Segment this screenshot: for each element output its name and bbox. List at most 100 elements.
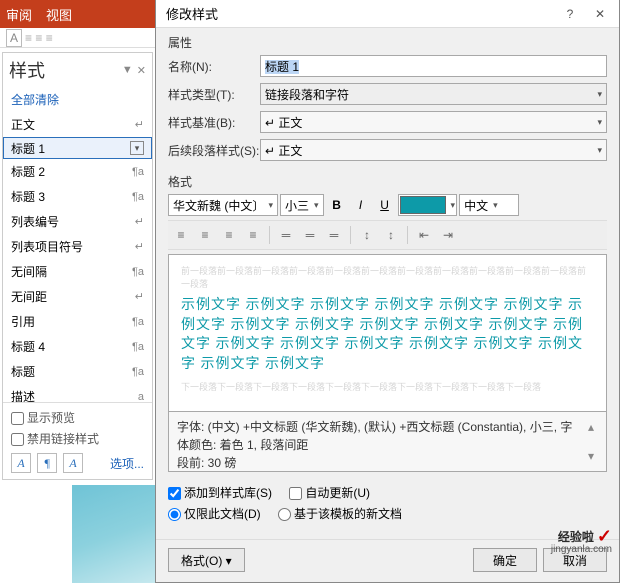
chevron-down-icon[interactable]: ▾	[130, 141, 144, 155]
spacing-2-button[interactable]: ═	[323, 224, 345, 246]
type-select[interactable]: 链接段落和字符▾	[260, 83, 607, 105]
close-icon[interactable]: ✕	[585, 0, 615, 28]
style-item-label: 无间隔	[11, 263, 47, 280]
next-select[interactable]: ↵ 正文▾	[260, 139, 607, 161]
color-select[interactable]: ▾	[398, 194, 458, 216]
style-item-label: 正文	[11, 116, 35, 133]
base-label: 样式基准(B):	[168, 114, 260, 131]
toolbar-fragment: A ≡ ≡ ≡	[0, 28, 155, 48]
document-background	[72, 485, 162, 583]
pane-close-icon[interactable]: ✕	[137, 64, 146, 77]
style-item[interactable]: 描述 a	[3, 384, 152, 402]
style-mark: ↵	[135, 118, 144, 131]
style-item[interactable]: 引用 ¶a	[3, 309, 152, 334]
dec-before-button[interactable]: ↕	[380, 224, 402, 246]
paragraph-toolbar: ≡ ≡ ≡ ≡ ═ ═ ═ ↕ ↕ ⇤ ⇥	[168, 220, 607, 250]
name-input[interactable]: 标题 1	[260, 55, 607, 77]
styles-pane: 样式 ▼ ✕ 全部清除 正文↵标题 1▾标题 2¶a标题 3¶a列表编号↵列表项…	[2, 52, 153, 480]
style-mark: ↵	[135, 215, 144, 228]
style-mark: ↵	[135, 290, 144, 303]
italic-button[interactable]: I	[350, 194, 372, 216]
align-right-button[interactable]: ≡	[218, 224, 240, 246]
align-center-button[interactable]: ≡	[194, 224, 216, 246]
style-item-label: 标题 2	[11, 163, 45, 180]
style-item-label: 列表编号	[11, 213, 59, 230]
bold-button[interactable]: B	[326, 194, 348, 216]
auto-update-checkbox[interactable]: 自动更新(U)	[289, 486, 370, 500]
new-style-icon[interactable]: A	[11, 453, 31, 473]
disable-linked-checkbox[interactable]: 禁用链接样式	[11, 430, 144, 447]
style-mark: a	[138, 391, 144, 403]
style-item[interactable]: 标题 4 ¶a	[3, 334, 152, 359]
pane-title: 样式	[9, 57, 45, 83]
style-mark: ↵	[135, 240, 144, 253]
style-inspector-icon[interactable]: ¶	[37, 453, 57, 473]
style-item-label: 无间距	[11, 288, 47, 305]
scroll-up-icon[interactable]: ▴	[588, 418, 594, 436]
style-item-label: 描述	[11, 388, 35, 402]
show-preview-checkbox[interactable]: 显示预览	[11, 409, 144, 426]
style-item-label: 引用	[11, 313, 35, 330]
ribbon-tabs: 审阅 视图	[0, 0, 155, 28]
style-item[interactable]: 无间隔 ¶a	[3, 259, 152, 284]
style-item[interactable]: 无间距 ↵	[3, 284, 152, 309]
style-item-label: 标题 4	[11, 338, 45, 355]
style-item[interactable]: 正文 ↵	[3, 112, 152, 137]
add-to-library-checkbox[interactable]: 添加到样式库(S)	[168, 486, 272, 500]
preview-sample: 示例文字 示例文字 示例文字 示例文字 示例文字 示例文字 示例文字 示例文字 …	[181, 296, 594, 374]
modify-style-dialog: 修改样式 ? ✕ 属性 名称(N): 标题 1 样式类型(T): 链接段落和字符…	[155, 0, 620, 583]
inc-before-button[interactable]: ↕	[356, 224, 378, 246]
manage-styles-icon[interactable]: A	[63, 453, 83, 473]
style-mark: ¶a	[132, 266, 144, 278]
type-label: 样式类型(T):	[168, 86, 260, 103]
underline-button[interactable]: U	[374, 194, 396, 216]
dialog-title: 修改样式	[160, 4, 218, 23]
font-select[interactable]: 华文新魏 (中文〕▾	[168, 194, 278, 216]
style-item[interactable]: 列表编号 ↵	[3, 209, 152, 234]
base-select[interactable]: ↵ 正文▾	[260, 111, 607, 133]
style-item-label: 列表项目符号	[11, 238, 83, 255]
next-label: 后续段落样式(S):	[168, 142, 260, 159]
clear-all-link[interactable]: 全部清除	[3, 87, 152, 112]
format-button[interactable]: 格式(O) ▾	[168, 548, 245, 572]
only-doc-radio[interactable]: 仅限此文档(D)	[168, 507, 261, 521]
style-item-label: 标题 3	[11, 188, 45, 205]
style-mark: ¶a	[132, 366, 144, 378]
help-icon[interactable]: ?	[555, 0, 585, 28]
chevron-down-icon: ▾	[597, 145, 602, 156]
chevron-down-icon: ▾	[597, 117, 602, 128]
style-mark: ¶a	[132, 191, 144, 203]
style-mark: ¶a	[132, 316, 144, 328]
inc-indent-button[interactable]: ⇥	[437, 224, 459, 246]
align-left-button[interactable]: ≡	[170, 224, 192, 246]
template-radio[interactable]: 基于该模板的新文档	[278, 507, 402, 521]
tab-review[interactable]: 审阅	[6, 5, 32, 24]
style-item-label: 标题	[11, 363, 35, 380]
dec-indent-button[interactable]: ⇤	[413, 224, 435, 246]
style-item[interactable]: 标题 3 ¶a	[3, 184, 152, 209]
spacing-15-button[interactable]: ═	[299, 224, 321, 246]
style-list: 正文↵标题 1▾标题 2¶a标题 3¶a列表编号↵列表项目符号↵无间隔¶a无间距…	[3, 112, 152, 402]
options-link[interactable]: 选项...	[110, 455, 144, 472]
pane-dropdown-icon[interactable]: ▼	[122, 64, 133, 77]
preview-box: 前一段落前一段落前一段落前一段落前一段落前一段落前一段落前一段落前一段落前一段落…	[168, 254, 607, 412]
style-item-label: 标题 1	[11, 140, 45, 157]
tab-view[interactable]: 视图	[46, 5, 72, 24]
style-item[interactable]: 列表项目符号 ↵	[3, 234, 152, 259]
ok-button[interactable]: 确定	[473, 548, 537, 572]
watermark: 经验啦✓ jingyanla.com	[558, 526, 612, 547]
style-item[interactable]: 标题 2¶a	[3, 159, 152, 184]
preview-before: 前一段落前一段落前一段落前一段落前一段落前一段落前一段落前一段落前一段落前一段落…	[181, 265, 594, 290]
scroll-down-icon[interactable]: ▾	[588, 447, 594, 465]
style-mark: ¶a	[132, 341, 144, 353]
spacing-1-button[interactable]: ═	[275, 224, 297, 246]
lang-select[interactable]: 中文▾	[459, 194, 519, 216]
chevron-down-icon: ▾	[597, 89, 602, 100]
color-swatch	[400, 196, 446, 214]
style-description: 字体: (中文) +中文标题 (华文新魏), (默认) +西文标题 (Const…	[168, 412, 607, 472]
size-select[interactable]: 小三▾	[280, 194, 324, 216]
style-item[interactable]: 标题 1 ▾	[3, 137, 152, 159]
format-header: 格式	[168, 173, 607, 190]
align-justify-button[interactable]: ≡	[242, 224, 264, 246]
style-item[interactable]: 标题 ¶a	[3, 359, 152, 384]
